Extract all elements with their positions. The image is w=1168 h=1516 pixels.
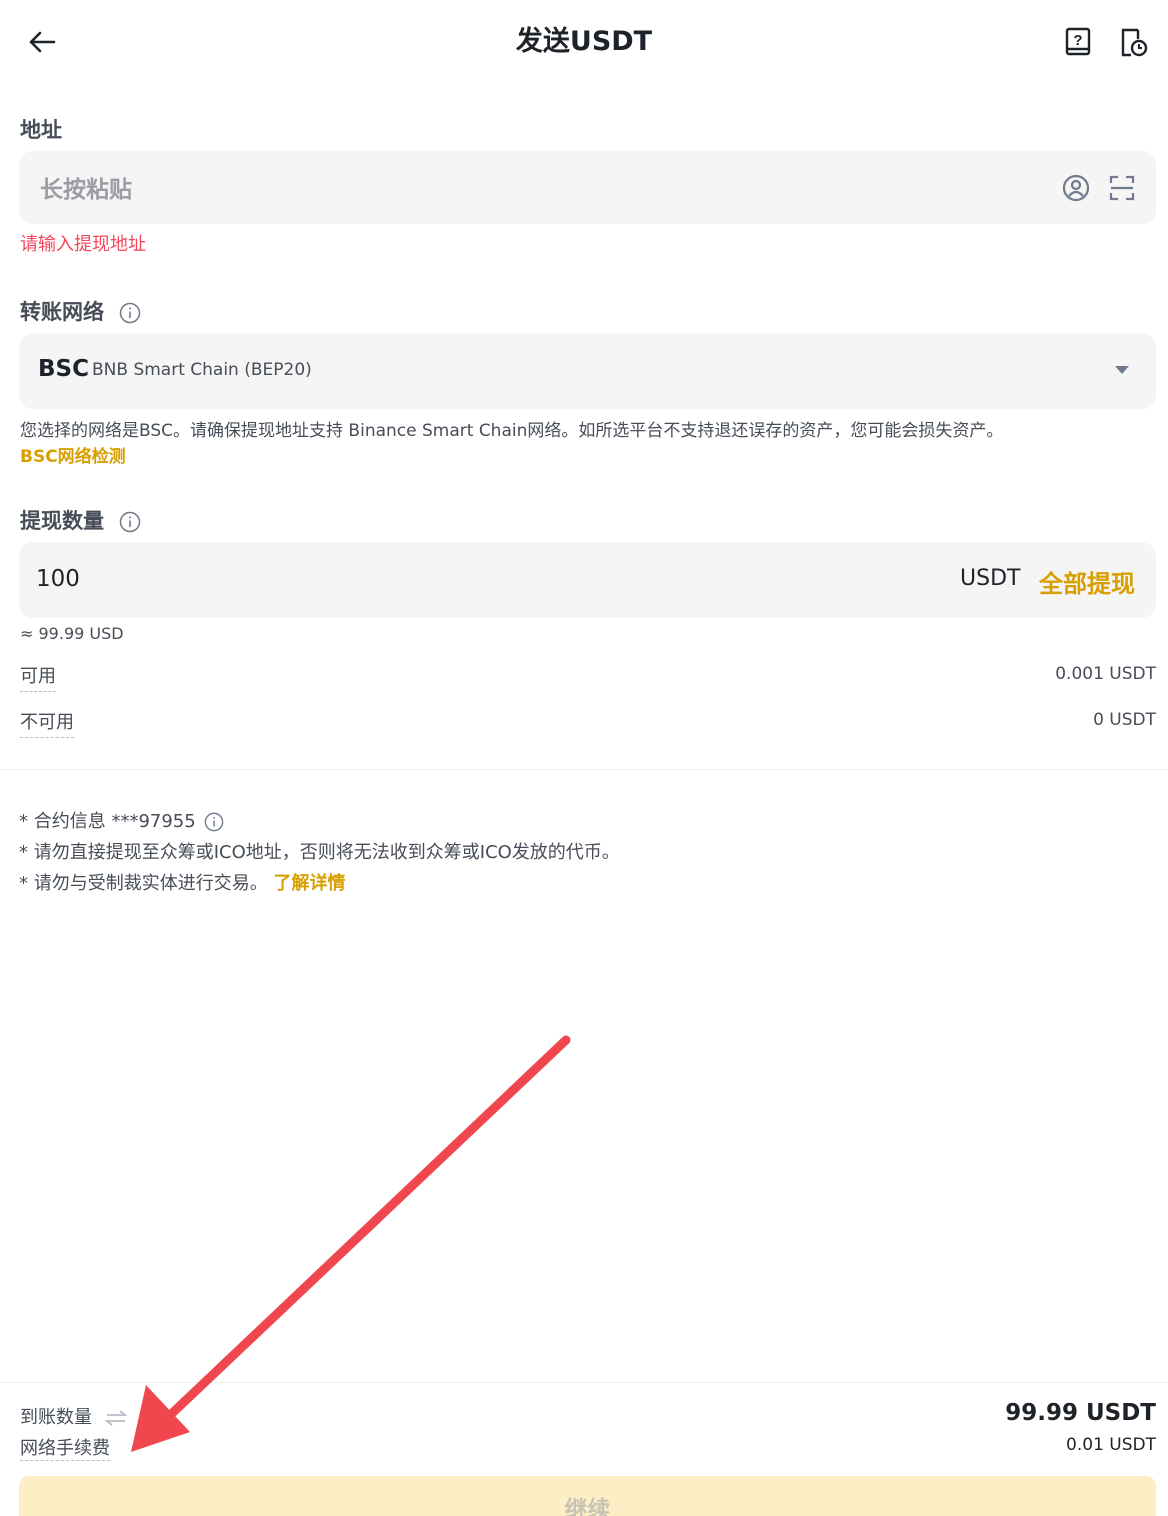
section-divider [0, 769, 1168, 770]
info-icon[interactable] [119, 511, 141, 533]
swap-icon[interactable] [104, 1408, 128, 1428]
contract-info-row: * 合约信息 ***97955 [19, 807, 224, 833]
info-icon[interactable] [204, 812, 224, 832]
amount-label: 提现数量 [20, 509, 104, 533]
info-icon[interactable] [119, 302, 141, 324]
amount-value: 100 [36, 566, 80, 592]
contact-icon [1062, 174, 1090, 202]
network-code: BSC [38, 356, 89, 382]
bsc-network-check-link[interactable]: BSC网络检测 [20, 442, 126, 467]
page-title: 发送USDT [515, 26, 653, 57]
scan-button[interactable] [1108, 173, 1136, 207]
received-label: 到账数量 [20, 1407, 92, 1428]
help-book-icon: ? [1065, 27, 1091, 56]
sanction-warning-row: * 请勿与受制裁实体进行交易。 了解详情 [19, 869, 345, 895]
withdraw-all-button[interactable]: 全部提现 [1039, 564, 1135, 599]
learn-more-link[interactable]: 了解详情 [273, 873, 345, 894]
continue-button[interactable]: 继续 [19, 1476, 1156, 1516]
network-label: 转账网络 [20, 300, 104, 324]
received-label-row: 到账数量 [20, 1403, 128, 1429]
unavailable-value: 0 USDT [1093, 710, 1156, 730]
chevron-down-icon[interactable] [1114, 364, 1130, 376]
usd-approx: ≈ 99.99 USD [20, 624, 124, 643]
sanction-warning: * 请勿与受制裁实体进行交易。 [19, 873, 268, 894]
amount-unit: USDT [960, 566, 1021, 591]
network-name: BNB Smart Chain (BEP20) [92, 360, 312, 380]
contract-info: * 合约信息 ***97955 [19, 811, 196, 832]
annotation-arrow [131, 1035, 571, 1452]
available-label[interactable]: 可用 [20, 662, 56, 692]
svg-text:?: ? [1073, 32, 1082, 49]
address-label: 地址 [20, 118, 62, 142]
received-value: 99.99 USDT [1005, 1400, 1156, 1426]
history-clock-icon [1121, 28, 1148, 57]
available-value: 0.001 USDT [1055, 664, 1156, 684]
summary-divider [0, 1382, 1168, 1383]
network-label-row: 转账网络 [20, 296, 141, 326]
network-fee-value: 0.01 USDT [1066, 1435, 1156, 1455]
address-error: 请输入提现地址 [20, 234, 146, 255]
unavailable-label[interactable]: 不可用 [20, 708, 74, 738]
address-input[interactable] [19, 151, 1156, 224]
amount-label-row: 提现数量 [20, 505, 141, 535]
help-button[interactable]: ? [1061, 25, 1095, 59]
address-placeholder: 长按粘贴 [40, 177, 132, 203]
history-button[interactable] [1116, 25, 1150, 59]
ico-warning: * 请勿直接提现至众筹或ICO地址，否则将无法收到众筹或ICO发放的代币。 [19, 842, 620, 863]
network-fee-label[interactable]: 网络手续费 [20, 1434, 110, 1461]
scan-icon [1109, 175, 1135, 201]
network-notice: 您选择的网络是BSC。请确保提现地址支持 Binance Smart Chain… [20, 421, 1004, 441]
address-book-button[interactable] [1061, 173, 1091, 207]
